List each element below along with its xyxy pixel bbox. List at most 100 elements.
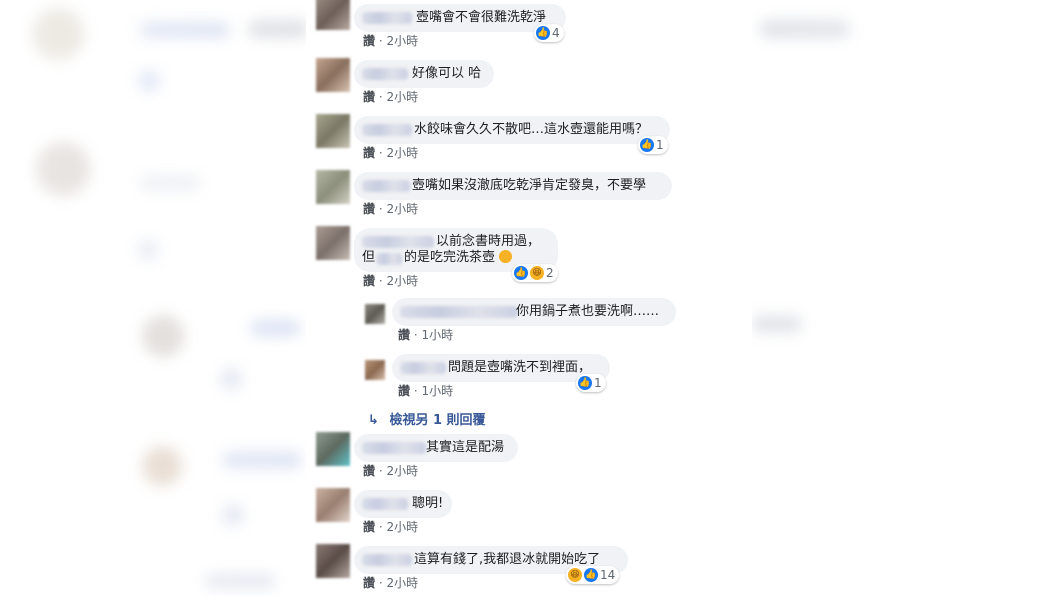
reply-text: 你用鍋子煮也要洗啊…… bbox=[516, 304, 660, 319]
reaction-summary[interactable]: 👍 😆 2 bbox=[512, 264, 558, 282]
comment-meta: 讚 · 2小時 bbox=[363, 88, 418, 105]
background-fade-right bbox=[752, 0, 1060, 596]
reaction-count: 1 bbox=[656, 138, 664, 152]
reply-text: 問題是壺嘴洗不到裡面， bbox=[448, 360, 592, 375]
like-button[interactable]: 讚 bbox=[363, 146, 375, 160]
comments-panel: 壺嘴會不會很難洗乾淨 👍 4 讚 · 2小時 好像可以 哈 讚 · 2小時 水餃… bbox=[306, 0, 752, 596]
like-button[interactable]: 讚 bbox=[363, 576, 375, 590]
commenter-name[interactable] bbox=[362, 124, 412, 136]
avatar[interactable] bbox=[316, 432, 350, 466]
reaction-count: 2 bbox=[546, 266, 554, 280]
like-button[interactable]: 讚 bbox=[363, 520, 375, 534]
like-button[interactable]: 讚 bbox=[363, 274, 375, 288]
comment-meta: 讚 · 2小時 bbox=[363, 462, 418, 479]
timestamp[interactable]: 2小時 bbox=[387, 576, 419, 590]
comment-bubble: 聰明! bbox=[354, 490, 452, 518]
avatar[interactable] bbox=[316, 58, 350, 92]
avatar[interactable] bbox=[316, 226, 350, 260]
reply-bubble: 你用鍋子煮也要洗啊…… bbox=[392, 298, 676, 326]
comment-bubble: 好像可以 哈 bbox=[354, 60, 494, 88]
like-button[interactable]: 讚 bbox=[398, 328, 410, 342]
haha-reaction-icon: 😆 bbox=[530, 266, 544, 280]
comment-meta: 讚 · 2小時 bbox=[363, 518, 418, 535]
timestamp[interactable]: 2小時 bbox=[387, 520, 419, 534]
comment-text: 其實這是配湯 bbox=[426, 440, 505, 455]
comment-bubble: 壺嘴如果沒澈底吃乾淨肯定發臭，不要學 bbox=[354, 172, 672, 200]
like-button[interactable]: 讚 bbox=[363, 464, 375, 478]
comment-text: 壺嘴會不會很難洗乾淨 bbox=[416, 10, 547, 25]
comment-text-line2-end: 的是吃完洗茶壺 bbox=[404, 250, 496, 265]
comment-meta: 讚 · 2小時 bbox=[363, 272, 418, 289]
view-more-replies-label: 檢視另 1 則回覆 bbox=[389, 413, 486, 428]
separator: · bbox=[413, 328, 418, 342]
comment-meta: 讚 · 2小時 bbox=[363, 200, 418, 217]
separator: · bbox=[413, 384, 418, 398]
commenter-name[interactable] bbox=[362, 498, 408, 510]
comment-text: 聰明! bbox=[412, 496, 444, 511]
comment-text: 水餃味會久久不散吧…這水壺還能用嗎？ bbox=[414, 122, 649, 137]
commenter-name[interactable] bbox=[400, 306, 518, 318]
avatar[interactable] bbox=[365, 360, 385, 380]
commenter-name[interactable] bbox=[362, 236, 434, 248]
separator: · bbox=[378, 274, 383, 288]
separator: · bbox=[378, 576, 383, 590]
commenter-name[interactable] bbox=[362, 68, 408, 80]
like-button[interactable]: 讚 bbox=[363, 34, 375, 48]
commenter-name[interactable] bbox=[362, 180, 410, 192]
timestamp[interactable]: 2小時 bbox=[387, 274, 419, 288]
comment-text: 壺嘴如果沒澈底吃乾淨肯定發臭，不要學 bbox=[412, 178, 647, 193]
separator: · bbox=[378, 464, 383, 478]
haha-reaction-icon: 😆 bbox=[568, 568, 582, 582]
commenter-name[interactable] bbox=[362, 12, 412, 24]
like-reaction-icon: 👍 bbox=[578, 376, 592, 390]
separator: · bbox=[378, 34, 383, 48]
commenter-name[interactable] bbox=[362, 554, 412, 566]
timestamp[interactable]: 2小時 bbox=[387, 34, 419, 48]
reaction-summary[interactable]: 😆 👍 14 bbox=[566, 566, 620, 584]
comment-text: 好像可以 哈 bbox=[412, 66, 482, 81]
timestamp[interactable]: 2小時 bbox=[387, 146, 419, 160]
reaction-summary[interactable]: 👍 1 bbox=[638, 136, 668, 154]
like-reaction-icon: 👍 bbox=[514, 266, 528, 280]
timestamp[interactable]: 1小時 bbox=[422, 384, 454, 398]
comment-text-line2-start: 但 bbox=[362, 250, 376, 265]
mention-blur[interactable] bbox=[376, 253, 402, 265]
timestamp[interactable]: 1小時 bbox=[422, 328, 454, 342]
reply-meta: 讚 · 1小時 bbox=[398, 382, 453, 399]
like-reaction-icon: 👍 bbox=[584, 568, 598, 582]
reaction-count: 14 bbox=[600, 568, 616, 582]
timestamp[interactable]: 2小時 bbox=[387, 464, 419, 478]
like-button[interactable]: 讚 bbox=[398, 384, 410, 398]
reply-arrow-icon: ↳ bbox=[368, 413, 379, 428]
avatar[interactable] bbox=[316, 0, 350, 30]
like-reaction-icon: 👍 bbox=[640, 138, 654, 152]
avatar[interactable] bbox=[365, 304, 385, 324]
like-button[interactable]: 讚 bbox=[363, 90, 375, 104]
commenter-name[interactable] bbox=[362, 442, 426, 454]
reaction-count: 1 bbox=[594, 376, 602, 390]
avatar[interactable] bbox=[316, 170, 350, 204]
like-reaction-icon: 👍 bbox=[536, 26, 550, 40]
view-more-replies-link[interactable]: ↳ 檢視另 1 則回覆 bbox=[368, 409, 486, 428]
separator: · bbox=[378, 90, 383, 104]
like-button[interactable]: 讚 bbox=[363, 202, 375, 216]
separator: · bbox=[378, 202, 383, 216]
comment-bubble: 其實這是配湯 bbox=[354, 434, 518, 462]
avatar[interactable] bbox=[316, 488, 350, 522]
reply-meta: 讚 · 1小時 bbox=[398, 326, 453, 343]
avatar[interactable] bbox=[316, 114, 350, 148]
timestamp[interactable]: 2小時 bbox=[387, 90, 419, 104]
background-fade-left bbox=[0, 0, 306, 596]
comment-meta: 讚 · 2小時 bbox=[363, 144, 418, 161]
comment-bubble: 水餃味會久久不散吧…這水壺還能用嗎？ bbox=[354, 116, 670, 144]
timestamp[interactable]: 2小時 bbox=[387, 202, 419, 216]
reaction-summary[interactable]: 👍 1 bbox=[576, 374, 606, 392]
comment-meta: 讚 · 2小時 bbox=[363, 32, 418, 49]
avatar[interactable] bbox=[316, 544, 350, 578]
reaction-summary[interactable]: 👍 4 bbox=[534, 24, 564, 42]
reaction-count: 4 bbox=[552, 26, 560, 40]
commenter-name[interactable] bbox=[400, 362, 446, 374]
comment-meta: 讚 · 2小時 bbox=[363, 574, 418, 591]
separator: · bbox=[378, 146, 383, 160]
comment-text-line2: 的是吃完洗茶壺 bbox=[404, 249, 513, 267]
